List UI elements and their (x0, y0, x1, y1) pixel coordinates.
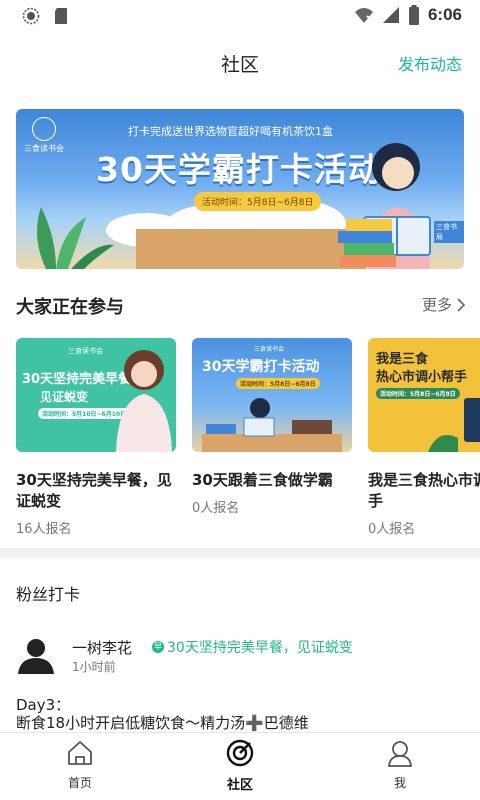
card-logo-text: 三食读书会 (254, 346, 285, 353)
bottom-navigation: 首页 社区 我 (0, 732, 480, 800)
post-username[interactable]: 一树李花 (72, 637, 132, 658)
promo-banner[interactable]: 三食读书会 打卡完成送世界选物官超好喝有机茶饮1盒 30天学霸打卡活动 活动时间… (16, 109, 464, 269)
post-timestamp: 1小时前 (72, 660, 116, 674)
activity-card-count: 0人报名 (192, 501, 240, 516)
activity-card-title: 30天坚持完美早餐，见证蜕变 (16, 471, 172, 510)
section-divider (0, 548, 480, 558)
activity-card-image: 我是三食 热心市调小帮手 活动时间：5月8日~6月8日 (368, 338, 480, 452)
status-bar: 6:06 (0, 0, 480, 32)
signal-icon (382, 7, 399, 23)
top-bar: 社区 发布动态 (0, 32, 480, 90)
nav-label-profile: 我 (393, 776, 406, 790)
activity-card[interactable]: 我是三食 热心市调小帮手 活动时间：5月8日~6月8日 我是三食热心市调小帮手 … (368, 338, 480, 537)
post-activity-tag[interactable]: 早 30天坚持完美早餐，见证蜕变 (152, 637, 353, 657)
chevron-right-icon (457, 297, 466, 312)
section-title-participating: 大家正在参与 (16, 297, 124, 318)
nav-item-home[interactable]: 首页 (40, 739, 120, 791)
nav-item-community[interactable]: 社区 (200, 739, 280, 793)
profile-icon (388, 741, 412, 767)
activity-card-image: 三食读书会 30天学霸打卡活动 活动时间：5月8日~6月8日 (192, 338, 352, 452)
activity-card[interactable]: 三食读书会 30天学霸打卡活动 活动时间：5月8日~6月8日 30天跟着三食做学… (192, 338, 352, 516)
reading-girl-illustration (202, 398, 342, 452)
activity-card-image: 三食读书会 30天坚持完美早餐 见证蜕变 活动时间：5月10日~6月10日 (16, 338, 176, 452)
activity-tag-icon: 早 (152, 641, 164, 653)
nav-label-community: 社区 (226, 778, 253, 793)
card-image-subtitle: 见证蜕变 (40, 390, 89, 404)
activity-card[interactable]: 三食读书会 30天坚持完美早餐 见证蜕变 活动时间：5月10日~6月10日 30… (16, 338, 176, 537)
card-image-time: 活动时间：5月8日~6月8日 (236, 378, 320, 389)
sd-card-icon (55, 8, 67, 24)
more-link[interactable]: 更多 (422, 294, 466, 315)
card-image-title: 我是三食 (376, 352, 429, 367)
settings-icon (22, 7, 40, 25)
phone-illustration (428, 398, 480, 452)
activity-card-title: 我是三食热心市调小帮手 (368, 471, 480, 510)
banner-logo-text: 三食读书会 (24, 144, 64, 153)
banner-subtitle: 打卡完成送世界选物官超好喝有机茶饮1盒 (128, 125, 333, 138)
plant-icon (37, 207, 114, 269)
nav-item-profile[interactable]: 我 (360, 739, 440, 791)
battery-icon (408, 5, 419, 25)
book-label: 三食书局 (434, 221, 464, 243)
woman-photo (116, 350, 172, 452)
clock-time: 6:06 (427, 5, 462, 24)
activity-card-title: 30天跟着三食做学霸 (192, 471, 333, 489)
card-logo-text: 三食读书会 (68, 347, 103, 355)
banner-time-label: 活动时间：5月8日~6月8日 (194, 192, 322, 211)
section-title-fans: 粉丝打卡 (16, 585, 81, 604)
brand-logo-icon (32, 117, 56, 141)
banner-title: 30天学霸打卡活动 (96, 150, 382, 189)
publish-post-button[interactable]: 发布动态 (398, 51, 462, 75)
banner-desk-graphic (136, 229, 366, 269)
more-link-label: 更多 (421, 296, 452, 314)
home-icon (68, 741, 92, 765)
community-icon (226, 739, 254, 767)
activity-card-count: 16人报名 (16, 522, 72, 537)
book-stack-illustration (338, 219, 396, 267)
status-bar-left (22, 7, 68, 25)
card-image-title: 30天学霸打卡活动 (202, 359, 320, 375)
activity-card-count: 0人报名 (368, 522, 416, 537)
banner-logo: 三食读书会 (24, 117, 64, 161)
wifi-off-icon (354, 8, 374, 23)
post-content-line: 断食18小时开启低糖饮食～精力汤➕巴德维 (16, 714, 309, 732)
activity-card-list: 三食读书会 30天坚持完美早餐 见证蜕变 活动时间：5月10日~6月10日 30… (16, 338, 480, 538)
nav-label-home: 首页 (67, 776, 92, 790)
card-image-subtitle: 热心市调小帮手 (376, 370, 468, 385)
status-bar-right: 6:06 (354, 5, 462, 25)
post-activity-tag-label: 30天坚持完美早餐，见证蜕变 (167, 640, 353, 656)
avatar[interactable] (16, 634, 56, 674)
